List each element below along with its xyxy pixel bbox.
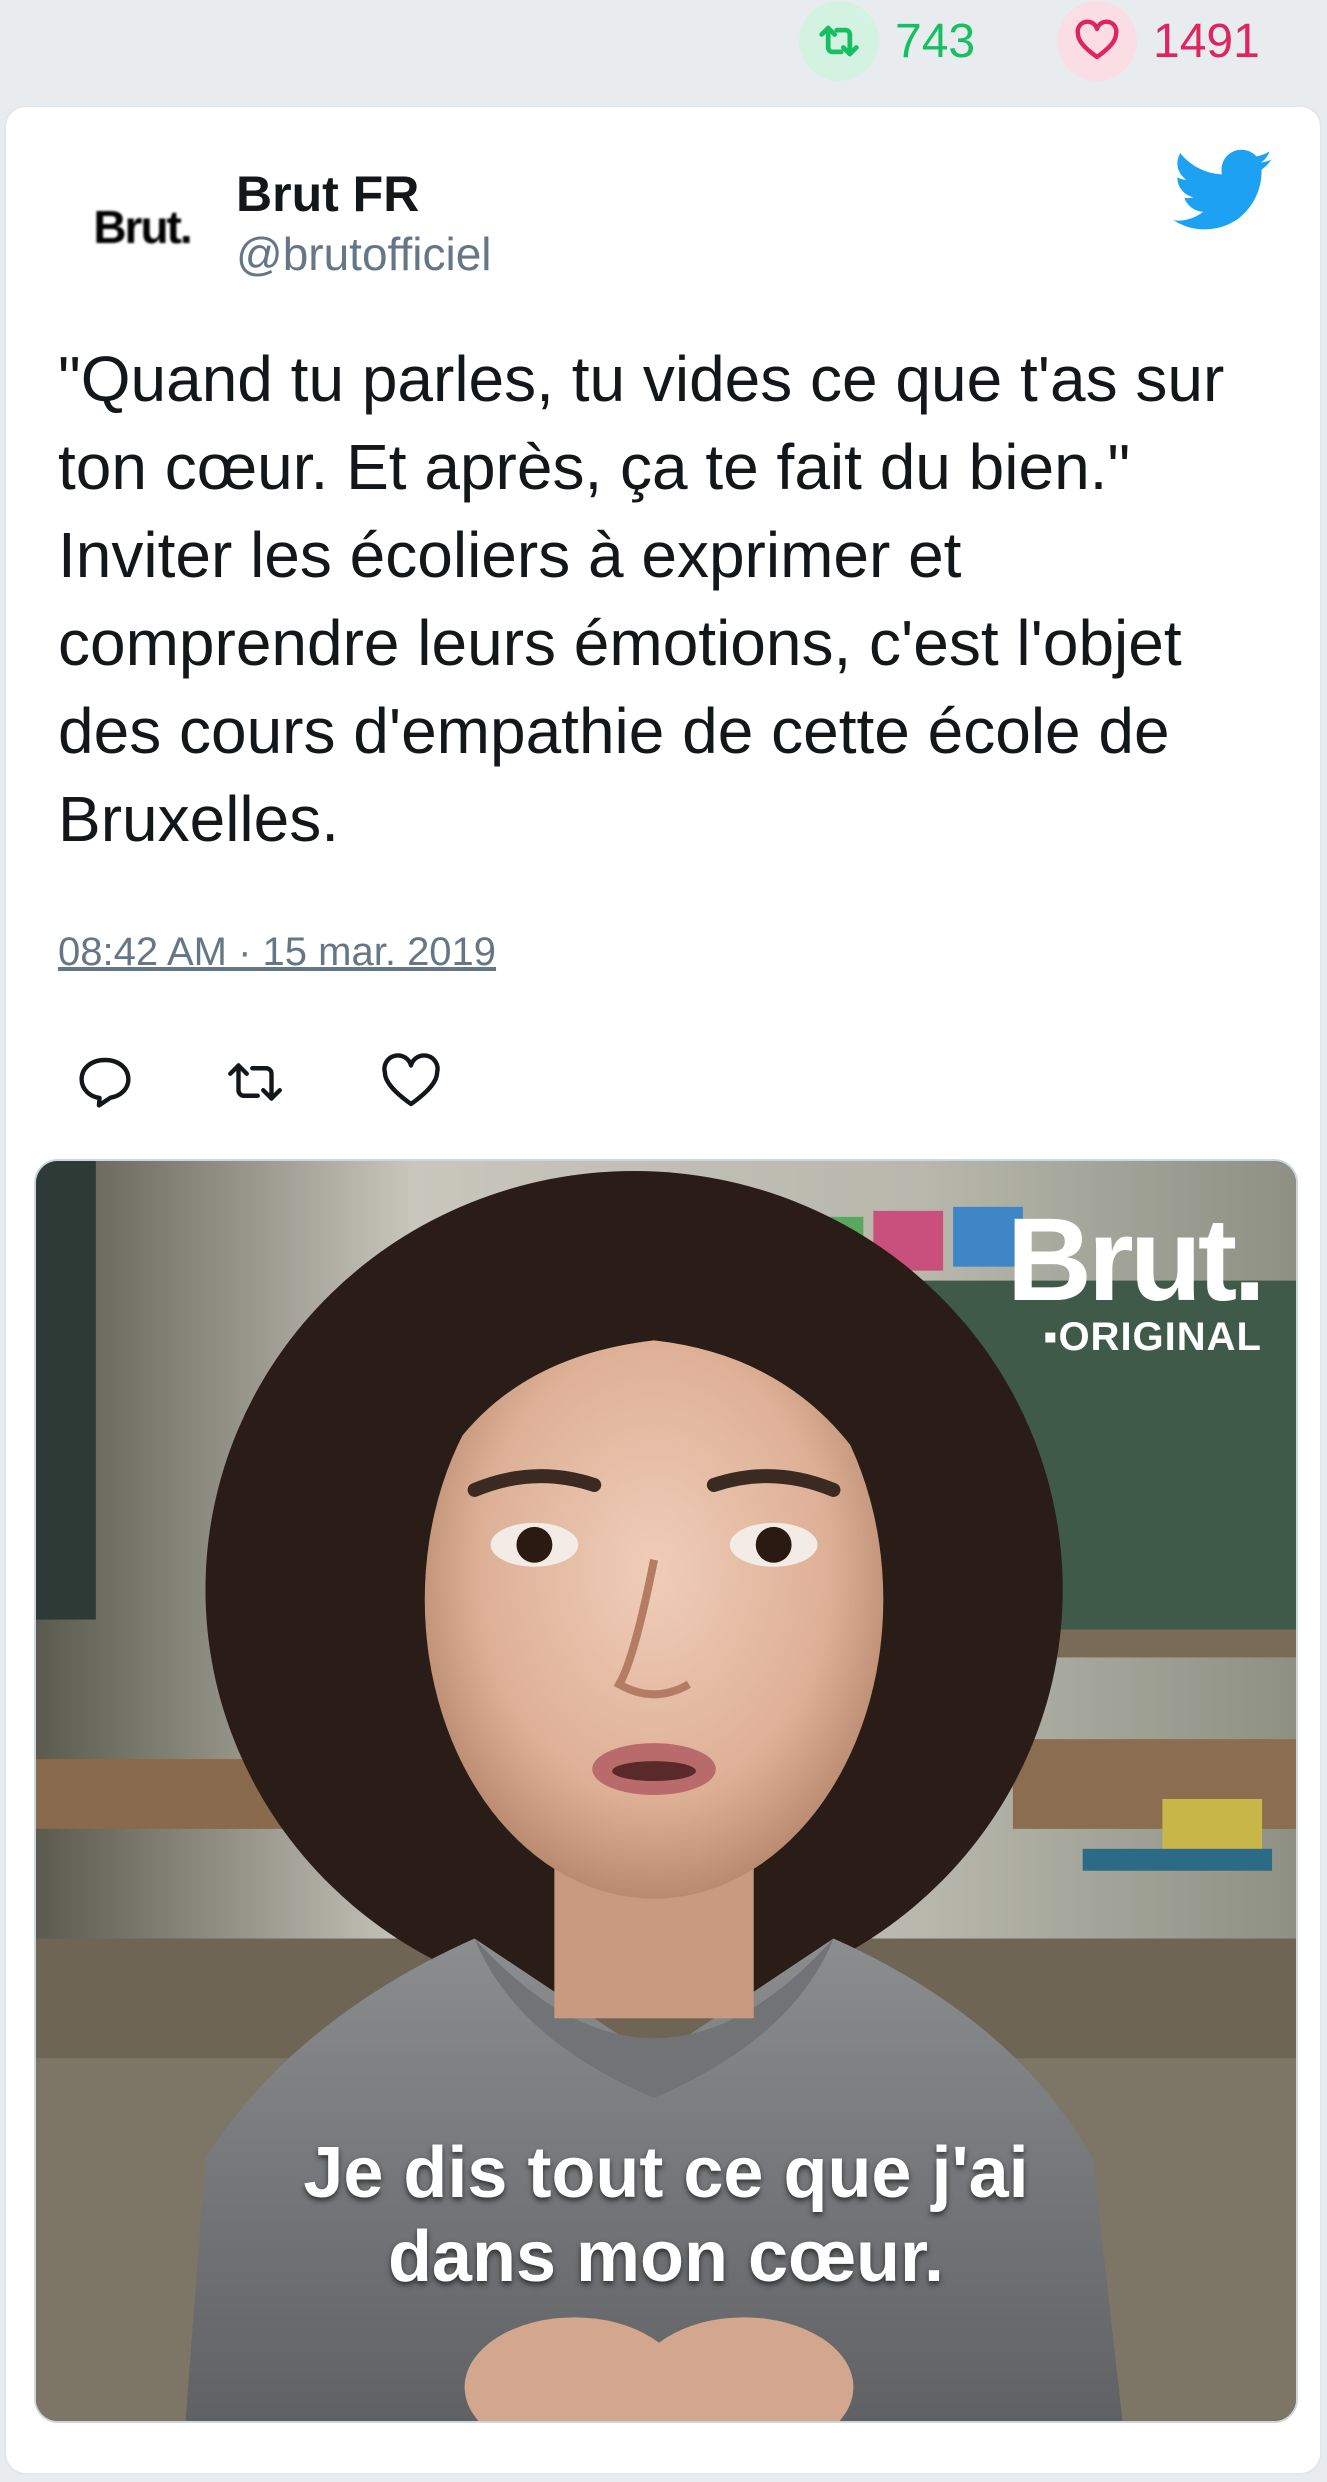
like-count-value: 1491 (1153, 14, 1260, 68)
tweet-timestamp-link[interactable]: 08:42 AM · 15 mar. 2019 (58, 930, 496, 975)
retweet-count[interactable]: 743 (799, 1, 976, 81)
retweet-count-value: 743 (895, 14, 976, 68)
reply-icon[interactable] (72, 1049, 138, 1115)
tweet-text-line: des cours d'empathie de cette école de (58, 695, 1170, 767)
avatar[interactable]: Brut. (72, 157, 212, 297)
retweet-icon[interactable] (222, 1049, 288, 1115)
subtitle-line: dans mon cœur. (387, 2217, 945, 2297)
author-name[interactable]: Brut FR (236, 165, 419, 223)
like-count[interactable]: 1491 (1057, 1, 1260, 81)
twitter-bird-icon[interactable] (1174, 149, 1274, 233)
tweet-text-line: comprendre leurs émotions, c'est l'objet (58, 607, 1182, 679)
tweet-text-line: Inviter les écoliers à exprimer et (58, 519, 962, 591)
retweet-icon (799, 1, 879, 81)
tweet-card: Brut. Brut FR @brutofficiel "Quand tu pa… (4, 105, 1322, 2475)
tweet-text: "Quand tu parles, tu vides ce que t'as s… (58, 335, 1288, 863)
avatar-logo-text: Brut. (93, 201, 192, 253)
tweet-text-line: "Quand tu parles, tu vides ce que t'as s… (58, 343, 1225, 415)
tweet-text-line: Bruxelles. (58, 783, 339, 855)
tweet-text-line: ton cœur. Et après, ça te fait du bien." (58, 431, 1131, 503)
heart-icon[interactable] (378, 1049, 444, 1115)
brut-logo-text: Brut. (1006, 1194, 1266, 1326)
original-label: ▪ORIGINAL (1043, 1315, 1262, 1359)
tweet-stats-bar: 743 1491 (0, 0, 1327, 100)
video-subtitle: Je dis tout ce que j'ai dans mon cœur. (36, 2131, 1296, 2299)
brut-original-logo: Brut. ▪ORIGINAL (1006, 1194, 1266, 1359)
author-handle[interactable]: @brutofficiel (236, 227, 492, 281)
tweet-video-thumbnail[interactable]: Brut. ▪ORIGINAL Je dis tout ce que j'ai … (34, 1159, 1298, 2423)
subtitle-line: Je dis tout ce que j'ai (303, 2133, 1029, 2213)
heart-icon (1057, 1, 1137, 81)
